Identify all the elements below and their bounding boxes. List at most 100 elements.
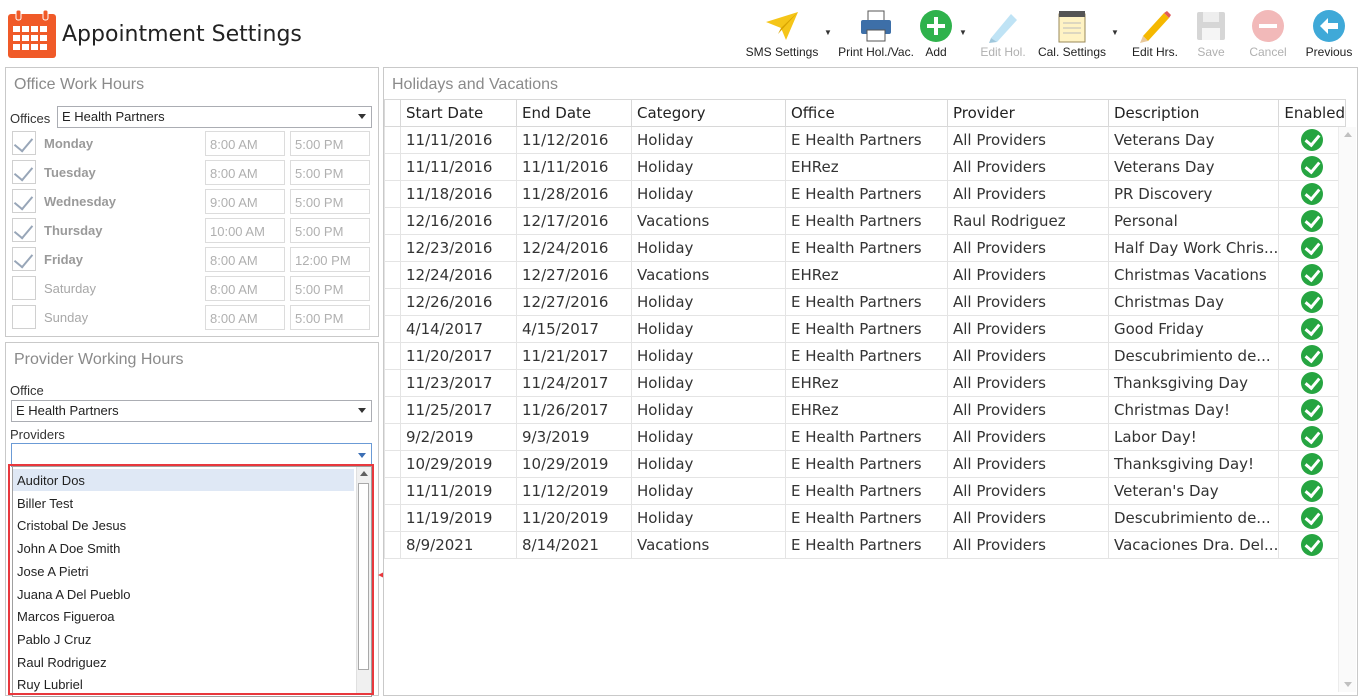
enabled-cell[interactable] xyxy=(1278,450,1346,478)
table-row[interactable]: 11/23/2017 11/24/2017 Holiday EHRez All Prov… xyxy=(384,369,1346,397)
provider-option[interactable]: Ruy Lubriel xyxy=(13,673,354,695)
enabled-cell[interactable] xyxy=(1278,396,1346,424)
start-time-field[interactable]: 8:00 AM xyxy=(205,160,285,185)
start-time-field[interactable]: 9:00 AM xyxy=(205,189,285,214)
provider-option[interactable]: Juana A Del Pueblo xyxy=(13,583,354,605)
enabled-cell[interactable] xyxy=(1278,423,1346,451)
provider-option[interactable]: Pablo J Cruz xyxy=(13,628,354,650)
scroll-up-icon[interactable] xyxy=(1344,132,1352,137)
providers-select[interactable] xyxy=(11,443,372,467)
column-header[interactable]: Provider xyxy=(947,99,1109,127)
enabled-cell[interactable] xyxy=(1278,369,1346,397)
end-time-field[interactable]: 5:00 PM xyxy=(290,276,370,301)
row-header[interactable] xyxy=(384,315,401,343)
sms-settings-button[interactable]: SMS Settings xyxy=(743,4,821,62)
provider-option[interactable]: Marcos Figueroa xyxy=(13,605,354,627)
enabled-cell[interactable] xyxy=(1278,315,1346,343)
row-header[interactable] xyxy=(384,207,401,235)
row-header[interactable] xyxy=(384,153,401,181)
day-checkbox[interactable] xyxy=(12,305,36,329)
column-header[interactable]: Description xyxy=(1107,99,1280,127)
providers-dropdown-list[interactable]: Auditor Dos Biller Test Cristobal De Jesus… xyxy=(12,466,372,697)
enabled-cell[interactable] xyxy=(1278,504,1346,532)
table-row[interactable]: 12/23/2016 12/24/2016 Holiday E Health Part… xyxy=(384,234,1346,262)
enabled-cell[interactable] xyxy=(1278,477,1346,505)
table-row[interactable]: 4/14/2017 4/15/2017 Holiday E Health Partne… xyxy=(384,315,1346,343)
table-row[interactable]: 11/11/2016 11/11/2016 Holiday EHRez All Prov… xyxy=(384,153,1346,181)
enabled-cell[interactable] xyxy=(1278,261,1346,289)
provider-option[interactable]: Cristobal De Jesus xyxy=(13,514,354,536)
day-checkbox[interactable] xyxy=(12,218,36,242)
start-time-field[interactable]: 8:00 AM xyxy=(205,247,285,272)
holidays-scrollbar[interactable] xyxy=(1338,127,1356,692)
table-row[interactable]: 9/2/2019 9/3/2019 Holiday E Health Partners… xyxy=(384,423,1346,451)
enabled-cell[interactable] xyxy=(1278,180,1346,208)
day-checkbox[interactable] xyxy=(12,247,36,271)
sms-settings-dropdown-icon[interactable]: ▼ xyxy=(824,28,832,37)
table-row[interactable]: 11/11/2019 11/12/2019 Holiday E Health Part… xyxy=(384,477,1346,505)
provider-office-select[interactable]: E Health Partners xyxy=(11,400,372,422)
end-time-field[interactable]: 5:00 PM xyxy=(290,160,370,185)
table-row[interactable]: 11/25/2017 11/26/2017 Holiday EHRez All Prov… xyxy=(384,396,1346,424)
enabled-cell[interactable] xyxy=(1278,207,1346,235)
enabled-cell[interactable] xyxy=(1278,342,1346,370)
end-time-field[interactable]: 5:00 PM xyxy=(290,305,370,330)
print-holidays-button[interactable]: Print Hol./Vac. xyxy=(836,4,916,62)
start-time-field[interactable]: 8:00 AM xyxy=(205,305,285,330)
chevron-down-icon[interactable] xyxy=(358,453,366,458)
row-header[interactable] xyxy=(384,288,401,316)
end-time-field[interactable]: 5:00 PM xyxy=(290,189,370,214)
enabled-cell[interactable] xyxy=(1278,126,1346,154)
day-checkbox[interactable] xyxy=(12,276,36,300)
table-row[interactable]: 12/24/2016 12/27/2016 Vacations EHRez All Pr… xyxy=(384,261,1346,289)
row-header[interactable] xyxy=(384,423,401,451)
table-row[interactable]: 11/20/2017 11/21/2017 Holiday E Health Part… xyxy=(384,342,1346,370)
row-header[interactable] xyxy=(384,477,401,505)
row-header[interactable] xyxy=(384,531,401,559)
providers-scrollbar[interactable] xyxy=(356,467,371,694)
start-time-field[interactable]: 8:00 AM xyxy=(205,131,285,156)
row-header[interactable] xyxy=(384,396,401,424)
chevron-down-icon[interactable] xyxy=(358,408,366,413)
scroll-up-icon[interactable] xyxy=(360,471,368,476)
column-header[interactable]: End Date xyxy=(516,99,632,127)
table-row[interactable]: 11/19/2019 11/20/2019 Holiday E Health Part… xyxy=(384,504,1346,532)
column-header[interactable]: Enabled xyxy=(1278,99,1346,127)
end-time-field[interactable]: 5:00 PM xyxy=(290,218,370,243)
table-row[interactable]: 8/9/2021 8/14/2021 Vacations E Health Partn… xyxy=(384,531,1346,559)
add-dropdown-icon[interactable]: ▼ xyxy=(959,28,967,37)
start-time-field[interactable]: 8:00 AM xyxy=(205,276,285,301)
row-header[interactable] xyxy=(384,261,401,289)
row-header[interactable] xyxy=(384,450,401,478)
table-row[interactable]: 10/29/2019 10/29/2019 Holiday E Health Part… xyxy=(384,450,1346,478)
provider-option[interactable]: Biller Test xyxy=(13,492,354,514)
row-header[interactable] xyxy=(384,180,401,208)
day-checkbox[interactable] xyxy=(12,160,36,184)
add-button[interactable]: Add xyxy=(915,4,957,62)
column-header[interactable]: Start Date xyxy=(400,99,517,127)
row-header[interactable] xyxy=(384,369,401,397)
start-time-field[interactable]: 10:00 AM xyxy=(205,218,285,243)
enabled-cell[interactable] xyxy=(1278,288,1346,316)
edit-holiday-button[interactable]: Edit Hol. xyxy=(975,4,1031,62)
scroll-down-icon[interactable] xyxy=(1344,682,1352,687)
provider-option[interactable]: Raul Rodriguez xyxy=(13,651,354,673)
row-header[interactable] xyxy=(384,234,401,262)
row-header[interactable] xyxy=(384,126,401,154)
save-button[interactable]: Save xyxy=(1186,4,1236,62)
providers-scroll-thumb[interactable] xyxy=(358,483,369,670)
row-header[interactable] xyxy=(384,504,401,532)
edit-hours-button[interactable]: Edit Hrs. xyxy=(1128,4,1182,62)
enabled-cell[interactable] xyxy=(1278,153,1346,181)
day-checkbox[interactable] xyxy=(12,131,36,155)
chevron-down-icon[interactable] xyxy=(358,114,366,119)
column-header[interactable]: Category xyxy=(631,99,786,127)
day-checkbox[interactable] xyxy=(12,189,36,213)
row-header[interactable] xyxy=(384,342,401,370)
calendar-settings-button[interactable]: Cal. Settings xyxy=(1034,4,1110,62)
enabled-cell[interactable] xyxy=(1278,234,1346,262)
table-row[interactable]: 12/16/2016 12/17/2016 Vacations E Health Pa… xyxy=(384,207,1346,235)
end-time-field[interactable]: 12:00 PM xyxy=(290,247,370,272)
cancel-button[interactable]: Cancel xyxy=(1243,4,1293,62)
provider-option[interactable]: Jose A Pietri xyxy=(13,560,354,582)
